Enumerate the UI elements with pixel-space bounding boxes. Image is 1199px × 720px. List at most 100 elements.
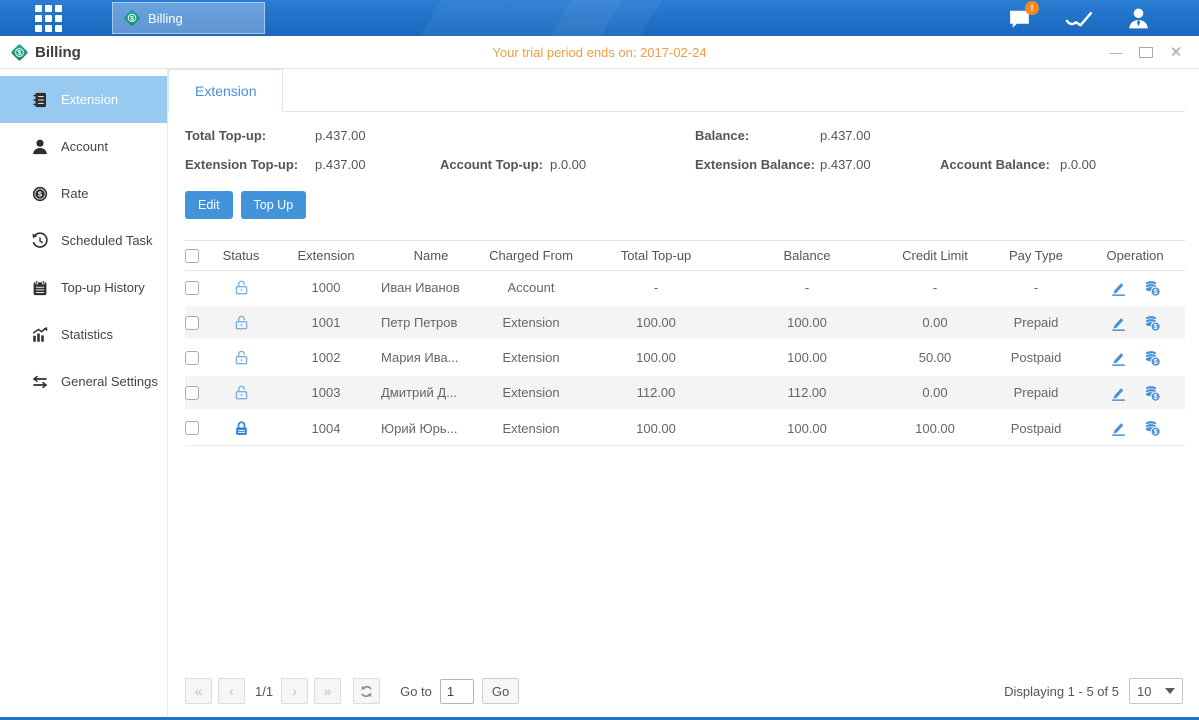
extension-balance-label: Extension Balance: xyxy=(695,157,820,172)
taskbar-tab-label: Billing xyxy=(148,11,183,26)
charged-from: Account xyxy=(481,280,581,295)
taskbar-billing-tab[interactable]: $ Billing xyxy=(112,2,265,34)
goto-page-input[interactable] xyxy=(440,679,474,704)
resource-monitor-icon[interactable] xyxy=(1064,5,1094,31)
edit-row-icon[interactable] xyxy=(1109,419,1127,437)
edit-row-icon[interactable] xyxy=(1109,314,1127,332)
topup-button[interactable]: Top Up xyxy=(241,191,307,219)
page-size-select[interactable]: 10 xyxy=(1129,678,1183,704)
total-topup: 100.00 xyxy=(581,350,731,365)
extension-topup-value: p.437.00 xyxy=(315,157,440,172)
select-all-checkbox[interactable] xyxy=(185,249,199,263)
topup-row-icon[interactable]: $ xyxy=(1143,419,1161,437)
topbar-texture xyxy=(413,0,628,36)
go-button[interactable]: Go xyxy=(482,678,519,704)
total-topup: 100.00 xyxy=(581,421,731,436)
first-page-button[interactable]: « xyxy=(185,678,212,704)
main-content: Extension Total Top-up: p.437.00 Balance… xyxy=(168,69,1199,717)
extension-name: Дмитрий Д... xyxy=(381,375,481,410)
svg-text:$: $ xyxy=(1154,394,1158,401)
credit-limit: 100.00 xyxy=(883,421,987,436)
sidebar: Extension Account $ Rate xyxy=(0,69,168,717)
total-topup-label: Total Top-up: xyxy=(185,128,315,143)
svg-text:$: $ xyxy=(1154,359,1158,366)
apps-grid-icon[interactable] xyxy=(35,5,62,32)
balance-label: Balance: xyxy=(695,128,820,143)
row-checkbox[interactable] xyxy=(185,281,199,295)
extension-table: Status Extension Name Charged From Total… xyxy=(185,240,1185,446)
close-button[interactable]: ✕ xyxy=(1169,45,1183,60)
topup-row-icon[interactable]: $ xyxy=(1143,384,1161,402)
column-status: Status xyxy=(211,248,271,263)
row-checkbox[interactable] xyxy=(185,351,199,365)
refresh-button[interactable] xyxy=(353,678,380,704)
row-checkbox[interactable] xyxy=(185,421,199,435)
column-total-topup: Total Top-up xyxy=(581,248,731,263)
pagination-bar: « ‹ 1/1 › » Go to Go Displaying 1 - 5 of… xyxy=(168,665,1185,717)
row-checkbox[interactable] xyxy=(185,386,199,400)
svg-text:$: $ xyxy=(18,49,22,57)
page-indicator: 1/1 xyxy=(255,684,273,699)
memo-icon xyxy=(31,279,49,297)
notifications-icon[interactable]: ! xyxy=(1007,6,1032,31)
next-page-button[interactable]: › xyxy=(281,678,308,704)
sidebar-item-account[interactable]: Account xyxy=(0,123,167,170)
billing-window-icon: $ xyxy=(10,43,29,62)
account-topup-value: p.0.00 xyxy=(550,157,695,172)
charged-from: Extension xyxy=(481,421,581,436)
person-icon xyxy=(31,138,49,156)
svg-text:$: $ xyxy=(1154,429,1158,436)
extension-number: 1000 xyxy=(271,280,381,295)
action-buttons: Edit Top Up xyxy=(185,191,1185,219)
status-unlocked xyxy=(233,314,250,331)
balance: 112.00 xyxy=(731,385,883,400)
column-credit-limit: Credit Limit xyxy=(883,248,987,263)
maximize-button[interactable] xyxy=(1139,47,1153,58)
sidebar-item-general-settings[interactable]: General Settings xyxy=(0,358,167,405)
history-clock-icon xyxy=(31,232,49,250)
sidebar-item-label: Top-up History xyxy=(61,280,145,295)
sidebar-item-label: General Settings xyxy=(61,374,158,389)
sidebar-item-label: Scheduled Task xyxy=(61,233,153,248)
sidebar-item-topup-history[interactable]: Top-up History xyxy=(0,264,167,311)
topup-row-icon[interactable]: $ xyxy=(1143,279,1161,297)
bar-chart-icon xyxy=(31,326,49,344)
prev-page-button[interactable]: ‹ xyxy=(218,678,245,704)
lock-icon xyxy=(233,420,250,437)
svg-text:$: $ xyxy=(130,15,134,22)
extension-name: Юрий Юрь... xyxy=(381,411,481,446)
topup-row-icon[interactable]: $ xyxy=(1143,314,1161,332)
edit-row-icon[interactable] xyxy=(1109,384,1127,402)
credit-limit: 0.00 xyxy=(883,385,987,400)
edit-row-icon[interactable] xyxy=(1109,349,1127,367)
sidebar-item-extension[interactable]: Extension xyxy=(0,76,167,123)
pay-type: Postpaid xyxy=(987,350,1085,365)
pay-type: Prepaid xyxy=(987,385,1085,400)
extension-name: Петр Петров xyxy=(381,305,481,340)
balance: 100.00 xyxy=(731,421,883,436)
window-controls: — ✕ xyxy=(1109,45,1199,60)
column-balance: Balance xyxy=(731,248,883,263)
extension-name: Мария Ива... xyxy=(381,340,481,375)
last-page-button[interactable]: » xyxy=(314,678,341,704)
credit-limit: 0.00 xyxy=(883,315,987,330)
extension-number: 1002 xyxy=(271,350,381,365)
user-account-icon[interactable] xyxy=(1126,6,1151,31)
tab-extension[interactable]: Extension xyxy=(168,69,283,112)
unlock-icon xyxy=(233,349,250,366)
sidebar-item-statistics[interactable]: Statistics xyxy=(0,311,167,358)
column-pay-type: Pay Type xyxy=(987,248,1085,263)
edit-button[interactable]: Edit xyxy=(185,191,233,219)
window-title: Billing xyxy=(35,44,81,61)
extension-balance-value: p.437.00 xyxy=(820,157,940,172)
edit-row-icon[interactable] xyxy=(1109,279,1127,297)
topup-row-icon[interactable]: $ xyxy=(1143,349,1161,367)
sidebar-item-rate[interactable]: $ Rate xyxy=(0,170,167,217)
minimize-button[interactable]: — xyxy=(1109,46,1123,59)
page-size-value: 10 xyxy=(1137,684,1151,699)
sidebar-item-label: Extension xyxy=(61,92,118,107)
row-checkbox[interactable] xyxy=(185,316,199,330)
billing-app-icon: $ xyxy=(123,9,141,27)
sidebar-item-scheduled-task[interactable]: Scheduled Task xyxy=(0,217,167,264)
balance-value: p.437.00 xyxy=(820,128,940,143)
